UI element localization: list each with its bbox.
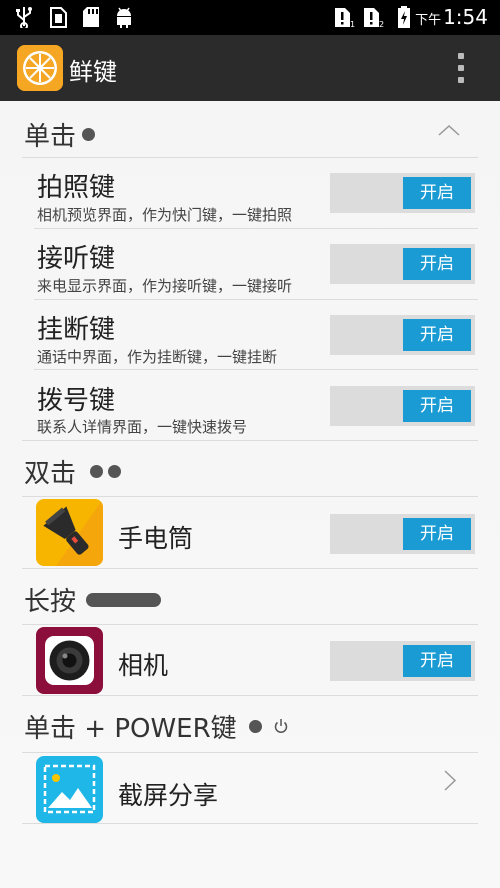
- power-icon: [274, 718, 288, 733]
- divider: [22, 695, 478, 696]
- chevron-up-icon[interactable]: [437, 123, 461, 137]
- screenshot-share-icon: [36, 756, 103, 823]
- item-title: 拍照键: [37, 173, 116, 203]
- chevron-right-icon: [444, 770, 457, 791]
- android-debug-icon: [117, 7, 131, 28]
- divider: [34, 369, 478, 370]
- section-header-double-click: 双击: [24, 453, 122, 490]
- divider: [22, 624, 478, 625]
- sd-card-icon: [83, 7, 99, 27]
- section-header-click-power: 单击 + POWER键: [24, 708, 289, 745]
- svg-text:2: 2: [379, 20, 384, 28]
- item-title: 接听键: [37, 244, 116, 274]
- divider: [22, 440, 478, 441]
- item-description: 联系人详情界面，一键快速拨号: [37, 418, 248, 436]
- sim-card-icon: [50, 7, 67, 28]
- app-title: 鲜键: [69, 58, 117, 86]
- status-bar: 1 2 下午 1:54: [0, 0, 500, 35]
- divider: [34, 228, 478, 229]
- item-title: 拨号键: [37, 386, 116, 416]
- item-description: 通话中界面，作为挂断键，一键挂断: [37, 348, 278, 366]
- camera-icon: [36, 627, 103, 694]
- status-time: 下午 1:54: [415, 5, 488, 29]
- divider: [22, 568, 478, 569]
- shutter-key-toggle[interactable]: 开启: [330, 173, 475, 213]
- usb-icon: [16, 7, 32, 28]
- divider: [22, 496, 478, 497]
- long-press-dash-icon: [86, 592, 162, 607]
- item-description: 来电显示界面，作为接听键，一键接听: [37, 277, 293, 295]
- item-label: 手电筒: [118, 524, 194, 553]
- settings-list: 单击 拍照键 相机预览界面，作为快门键，一键拍照 开启 接听键 来电显示界面，作…: [0, 101, 500, 888]
- single-dot-icon: [82, 128, 96, 141]
- flashlight-icon: [36, 499, 103, 566]
- flashlight-toggle[interactable]: 开启: [330, 514, 475, 554]
- answer-key-toggle[interactable]: 开启: [330, 244, 475, 284]
- divider: [22, 823, 478, 824]
- svg-text:1: 1: [350, 20, 355, 28]
- divider: [34, 299, 478, 300]
- divider: [22, 157, 478, 158]
- sim2-no-signal-icon: 2: [364, 8, 384, 28]
- orange-slice-icon: [17, 45, 63, 91]
- item-description: 相机预览界面，作为快门键，一键拍照: [37, 206, 293, 224]
- section-header-long-press: 长按: [24, 581, 162, 618]
- item-title: 挂断键: [37, 315, 116, 345]
- item-label: 相机: [118, 651, 169, 680]
- list-item-screenshot-share[interactable]: 截屏分享: [0, 753, 500, 823]
- battery-charging-icon: [398, 6, 410, 28]
- hangup-key-toggle[interactable]: 开启: [330, 315, 475, 355]
- section-header-single-click[interactable]: 单击: [24, 116, 96, 153]
- app-bar: 鲜键: [0, 35, 500, 101]
- sim1-no-signal-icon: 1: [335, 8, 355, 28]
- dial-key-toggle[interactable]: 开启: [330, 386, 475, 426]
- more-vert-icon[interactable]: [450, 51, 472, 85]
- camera-toggle[interactable]: 开启: [330, 641, 475, 681]
- item-label: 截屏分享: [118, 781, 219, 810]
- double-dot-icon: [90, 465, 104, 478]
- power-dot-icon: [248, 720, 262, 733]
